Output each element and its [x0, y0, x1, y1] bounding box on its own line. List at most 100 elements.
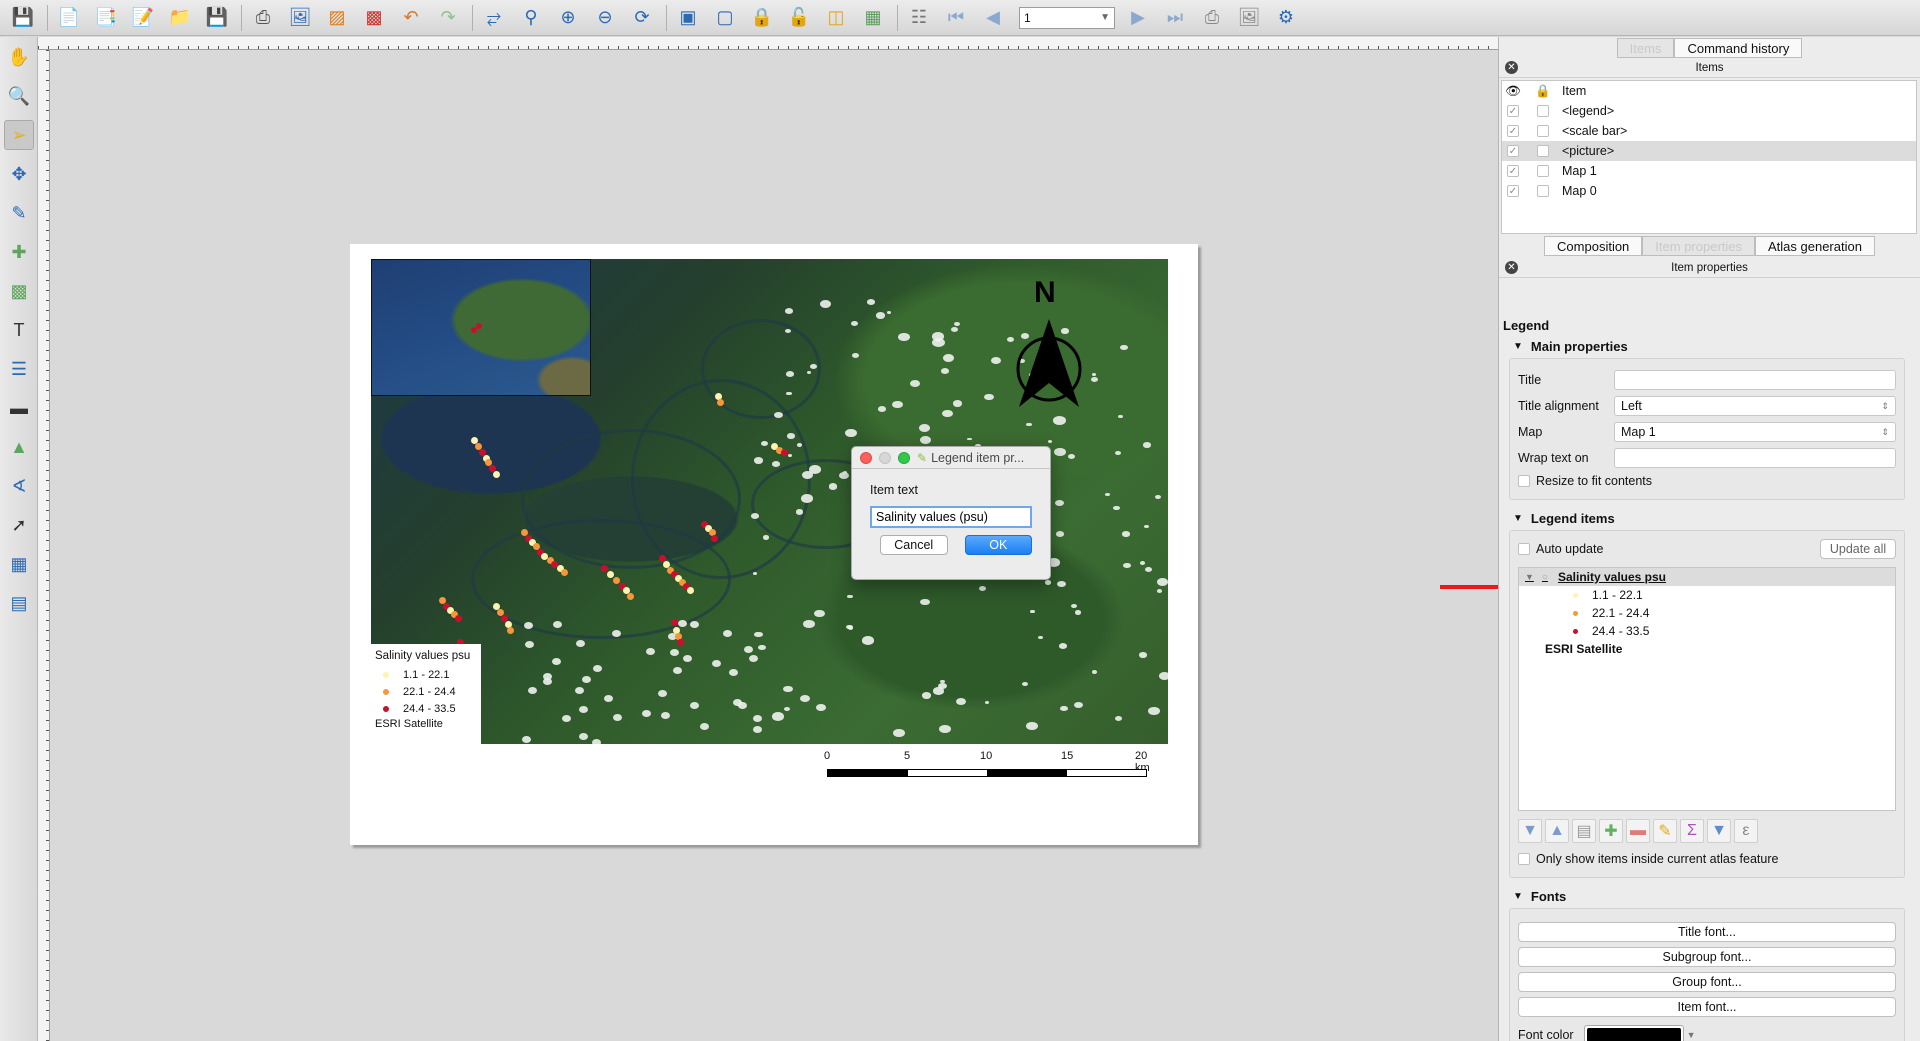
new-composer-icon[interactable]: 📄 — [54, 3, 84, 33]
save-icon[interactable]: 💾 — [8, 3, 38, 33]
tab-command-history[interactable]: Command history — [1674, 38, 1803, 58]
unlock-icon[interactable]: 🔓 — [784, 3, 814, 33]
add-shape-icon[interactable]: ▲ — [4, 432, 34, 462]
resize-checkbox[interactable] — [1518, 475, 1530, 487]
zoom-window-button[interactable] — [898, 451, 910, 464]
visibility-checkbox[interactable]: ✓ — [1507, 125, 1519, 137]
export-svg-icon[interactable]: ▨ — [322, 3, 352, 33]
close-icon[interactable]: ✕ — [1505, 61, 1518, 74]
font-color-button[interactable] — [1583, 1025, 1684, 1041]
remove-item-icon[interactable]: ▬ — [1626, 819, 1650, 843]
pan-icon[interactable]: ✋ — [4, 42, 34, 72]
lock-checkbox[interactable] — [1537, 145, 1549, 157]
legend-tree-item[interactable]: 24.4 - 33.5 — [1519, 622, 1895, 640]
add-table-icon[interactable]: ▦ — [4, 549, 34, 579]
close-window-button[interactable] — [860, 451, 872, 464]
close-icon[interactable]: ✕ — [1505, 261, 1518, 274]
lock-icon[interactable]: 🔒 — [747, 3, 777, 33]
title-alignment-select[interactable]: Left ⇕ — [1614, 396, 1896, 416]
lock-checkbox[interactable] — [1537, 125, 1549, 137]
atlas-page-select[interactable]: 1 ▼ — [1019, 6, 1115, 29]
add-html-icon[interactable]: ▤ — [4, 588, 34, 618]
items-row[interactable]: ✓ <scale bar> — [1502, 121, 1916, 141]
tab-composition[interactable]: Composition — [1544, 236, 1643, 256]
export-atlas-icon[interactable]: 🖼 — [1234, 3, 1264, 33]
group-font-button[interactable]: Group font... — [1518, 972, 1896, 992]
item-font-button[interactable]: Item font... — [1518, 997, 1896, 1017]
items-row[interactable]: ✓ Map 1 — [1502, 161, 1916, 181]
title-field[interactable] — [1614, 370, 1896, 390]
move-content-icon[interactable]: ✥ — [4, 159, 34, 189]
lock-checkbox[interactable] — [1537, 185, 1549, 197]
visibility-checkbox[interactable]: ✓ — [1507, 185, 1519, 197]
scale-bar[interactable]: 0 5 10 15 20 km — [824, 750, 1155, 780]
legend-tree-item[interactable]: 1.1 - 22.1 — [1519, 586, 1895, 604]
zoom-out-icon[interactable]: ⊖ — [590, 3, 620, 33]
only-show-checkbox[interactable] — [1518, 853, 1530, 865]
add-image-icon[interactable]: ▩ — [4, 276, 34, 306]
print-icon[interactable]: ⎙ — [248, 3, 278, 33]
lock-checkbox[interactable] — [1537, 105, 1549, 117]
map-select[interactable]: Map 1 ⇕ — [1614, 422, 1896, 442]
title-font-button[interactable]: Title font... — [1518, 922, 1896, 942]
minimize-window-button[interactable] — [879, 451, 891, 464]
lock-checkbox[interactable] — [1537, 165, 1549, 177]
legend-tree-group[interactable]: ▼ ○ Salinity values psu — [1519, 568, 1895, 586]
raise-icon[interactable]: ◫ — [821, 3, 851, 33]
composer-manager-icon[interactable]: 📝 — [128, 3, 158, 33]
tab-item-properties[interactable]: Item properties — [1642, 236, 1755, 256]
auto-update-checkbox[interactable] — [1518, 543, 1530, 555]
last-feature-icon[interactable]: ⏭ — [1160, 3, 1190, 33]
undo-icon[interactable]: ↶ — [396, 3, 426, 33]
chevron-down-icon[interactable]: ▼ — [1687, 1030, 1696, 1040]
zoom-100-icon[interactable]: ⚲ — [516, 3, 546, 33]
save-template-icon[interactable]: 💾 — [202, 3, 232, 33]
select-all-icon[interactable]: ▣ — [673, 3, 703, 33]
visibility-checkbox[interactable]: ✓ — [1507, 165, 1519, 177]
export-pdf-icon[interactable]: ▩ — [359, 3, 389, 33]
add-item-icon[interactable]: ✚ — [1599, 819, 1623, 843]
add-map-icon[interactable]: ✚ — [4, 237, 34, 267]
item-text-input[interactable] — [870, 506, 1032, 528]
legend-items-header[interactable]: ▼ Legend items — [1509, 508, 1905, 528]
open-template-icon[interactable]: 📁 — [165, 3, 195, 33]
expression-icon[interactable]: ε — [1734, 819, 1758, 843]
add-arrow-icon[interactable]: ➚ — [4, 510, 34, 540]
visibility-checkbox[interactable]: ✓ — [1507, 145, 1519, 157]
items-row[interactable]: ✓ <legend> — [1502, 101, 1916, 121]
atlas-preview-icon[interactable]: ☷ — [904, 3, 934, 33]
print-atlas-icon[interactable]: ⎙ — [1197, 3, 1227, 33]
align-icon[interactable]: ▦ — [858, 3, 888, 33]
update-all-button[interactable]: Update all — [1820, 539, 1896, 559]
items-row-selected[interactable]: ✓ <picture> — [1502, 141, 1916, 161]
export-image-icon[interactable]: 🖼 — [285, 3, 315, 33]
fonts-header[interactable]: ▼ Fonts — [1509, 886, 1905, 906]
deselect-icon[interactable]: ▢ — [710, 3, 740, 33]
move-down-icon[interactable]: ▼ — [1518, 819, 1542, 843]
tab-atlas-generation[interactable]: Atlas generation — [1755, 236, 1875, 256]
move-up-icon[interactable]: ▲ — [1545, 819, 1569, 843]
refresh-icon[interactable]: ⟳ — [627, 3, 657, 33]
visibility-checkbox[interactable]: ✓ — [1507, 105, 1519, 117]
previous-feature-icon[interactable]: ◀ — [978, 3, 1008, 33]
add-scalebar-icon[interactable]: ▬ — [4, 393, 34, 423]
add-legend-icon[interactable]: ☰ — [4, 354, 34, 384]
edit-item-icon[interactable]: ✎ — [1653, 819, 1677, 843]
composer-canvas[interactable]: N Salinity values psu 1.1 - 22.1 22.1 - … — [51, 51, 1497, 1041]
page[interactable]: N Salinity values psu 1.1 - 22.1 22.1 - … — [350, 244, 1198, 845]
filter-icon[interactable]: ▼ — [1707, 819, 1731, 843]
main-properties-header[interactable]: ▼ Main properties — [1509, 336, 1905, 356]
inset-map-item[interactable] — [371, 259, 591, 396]
map-legend[interactable]: Salinity values psu 1.1 - 22.1 22.1 - 24… — [371, 644, 481, 744]
wrap-text-field[interactable] — [1614, 448, 1896, 468]
zoom-in-icon[interactable]: ⊕ — [553, 3, 583, 33]
north-arrow[interactable]: N — [1009, 276, 1089, 409]
duplicate-composer-icon[interactable]: 📑 — [91, 3, 121, 33]
atlas-settings-icon[interactable]: ⚙ — [1271, 3, 1301, 33]
tab-items[interactable]: Items — [1616, 38, 1675, 58]
legend-tree-basemap[interactable]: ESRI Satellite — [1519, 640, 1895, 658]
cancel-button[interactable]: Cancel — [880, 535, 948, 555]
ok-button[interactable]: OK — [964, 535, 1032, 555]
redo-icon[interactable]: ↷ — [433, 3, 463, 33]
edit-nodes-icon[interactable]: ✎ — [4, 198, 34, 228]
